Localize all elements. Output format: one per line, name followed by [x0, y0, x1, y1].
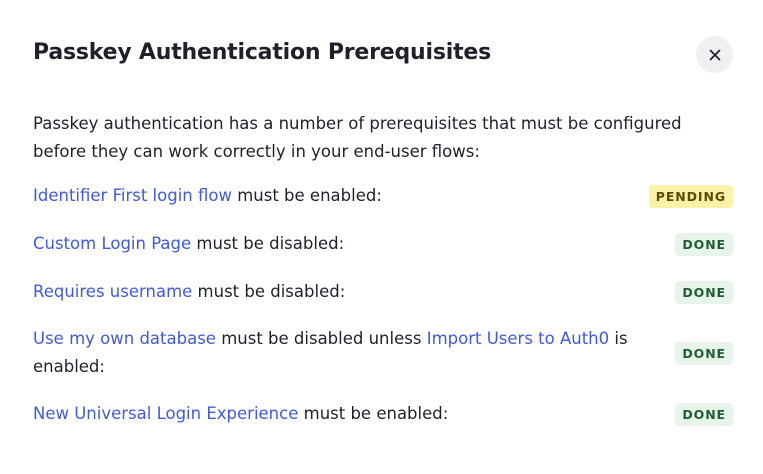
status-badge: DONE: [675, 232, 733, 256]
prerequisite-text: Identifier First login flow must be enab…: [33, 182, 382, 210]
prerequisite-row: Custom Login Page must be disabled: DONE: [33, 230, 733, 258]
prerequisite-row: New Universal Login Experience must be e…: [33, 400, 733, 428]
use-my-own-database-link[interactable]: Use my own database: [33, 329, 216, 348]
identifier-first-link[interactable]: Identifier First login flow: [33, 186, 232, 205]
dialog-intro: Passkey authentication has a number of p…: [33, 114, 682, 161]
prerequisite-row: Requires username must be disabled: DONE: [33, 278, 733, 306]
close-button[interactable]: [696, 36, 733, 73]
custom-login-page-link[interactable]: Custom Login Page: [33, 234, 191, 253]
prerequisite-row: Use my own database must be disabled unl…: [33, 325, 733, 381]
prerequisites-dialog: Passkey Authentication Prerequisites Pas…: [0, 0, 763, 474]
new-universal-login-link[interactable]: New Universal Login Experience: [33, 404, 298, 423]
requires-username-link[interactable]: Requires username: [33, 282, 192, 301]
status-badge: PENDING: [648, 184, 733, 208]
prerequisite-requirement: must be disabled:: [191, 234, 345, 253]
prerequisite-requirement: must be enabled:: [298, 404, 449, 423]
prerequisite-text: New Universal Login Experience must be e…: [33, 400, 448, 428]
dialog-title: Passkey Authentication Prerequisites: [33, 40, 492, 65]
prerequisite-requirement: must be disabled:: [192, 282, 346, 301]
status-badge: DONE: [675, 402, 733, 426]
status-badge: DONE: [675, 280, 733, 304]
prerequisite-text: Requires username must be disabled:: [33, 278, 345, 306]
prerequisite-text: Custom Login Page must be disabled:: [33, 230, 344, 258]
import-users-link[interactable]: Import Users to Auth0: [427, 329, 609, 348]
prerequisite-requirement: must be disabled unless: [215, 329, 427, 348]
status-badge: DONE: [675, 341, 733, 365]
close-icon: [709, 49, 721, 61]
prerequisite-text: Use my own database must be disabled unl…: [33, 325, 633, 381]
prerequisite-requirement: must be enabled:: [231, 186, 382, 205]
prerequisite-row: Identifier First login flow must be enab…: [33, 182, 733, 210]
